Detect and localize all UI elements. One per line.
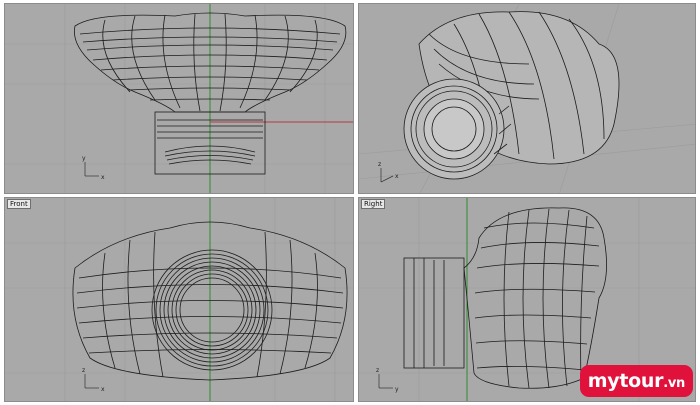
axis-gizmo bbox=[378, 374, 393, 389]
viewport-top-canvas: x y bbox=[5, 4, 353, 193]
watermark-tld: .vn bbox=[663, 376, 685, 391]
axis-gizmo bbox=[84, 374, 99, 389]
watermark-brand: mytour bbox=[587, 370, 664, 392]
watermark-logo: mytour.vn bbox=[579, 365, 693, 397]
axis-z-label: z bbox=[376, 367, 379, 374]
viewport-top[interactable]: x y bbox=[4, 3, 354, 194]
viewport-front-label[interactable]: Front bbox=[7, 199, 31, 209]
mask-perspective-wireframe bbox=[403, 11, 620, 180]
viewport-front[interactable]: x z Front bbox=[4, 197, 354, 402]
viewport-front-canvas: x z bbox=[5, 198, 353, 401]
axis-y-label: y bbox=[395, 386, 399, 393]
mask-right-wireframe bbox=[403, 207, 607, 389]
axis-gizmo bbox=[380, 168, 394, 183]
viewport-perspective[interactable]: x z bbox=[358, 3, 696, 194]
axis-x-label: x bbox=[101, 174, 105, 181]
cad-window: x y x z x z Front y z Right mytour.vn bbox=[0, 0, 700, 405]
axis-y-label: y bbox=[82, 155, 86, 162]
axis-x-label: x bbox=[101, 386, 105, 393]
viewport-right-label[interactable]: Right bbox=[361, 199, 386, 209]
axis-x-label: x bbox=[395, 173, 399, 180]
axis-z-label: z bbox=[82, 367, 85, 374]
axis-z-label: z bbox=[378, 161, 381, 168]
viewport-perspective-canvas: x z bbox=[359, 4, 695, 193]
